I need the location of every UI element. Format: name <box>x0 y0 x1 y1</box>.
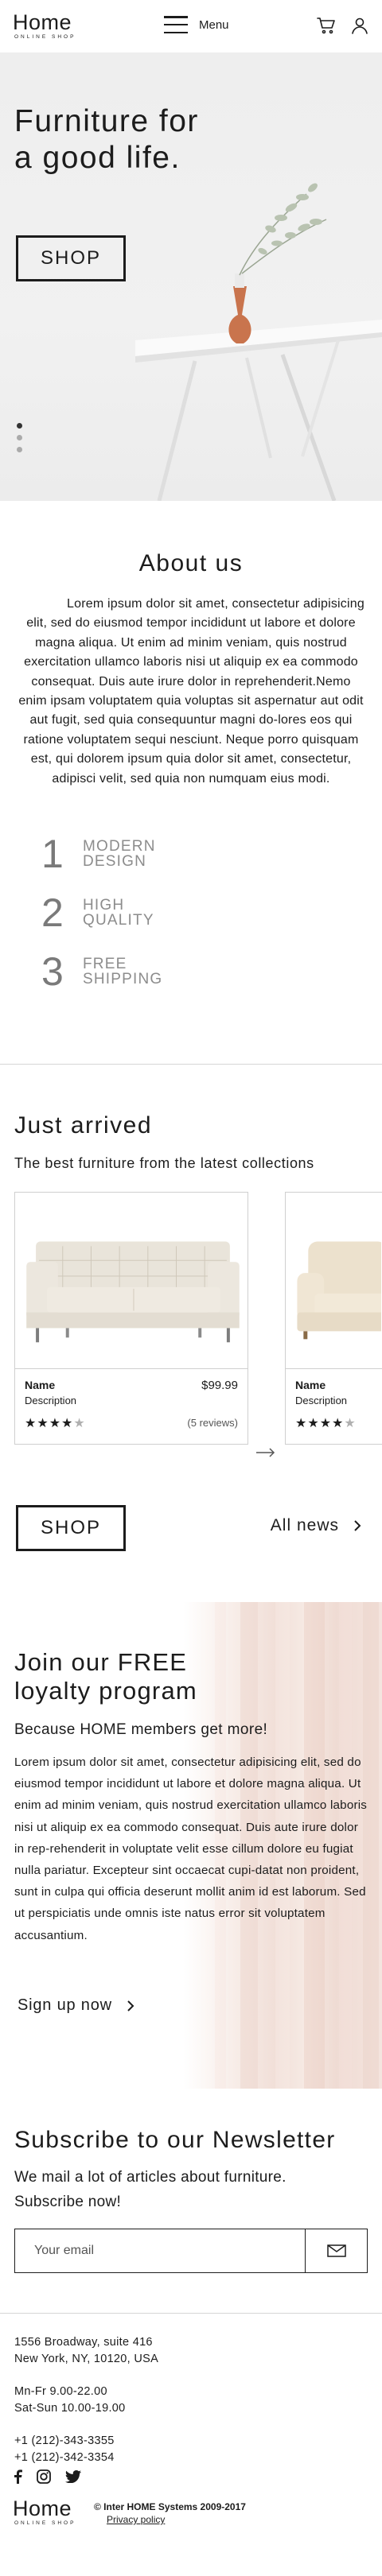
newsletter-title: Subscribe to our Newsletter <box>14 2127 336 2153</box>
footer-hours: Mn-Fr 9.00-22.00 Sat-Sun 10.00-19.00 <box>14 2384 126 2417</box>
chevron-right-icon <box>127 2000 134 2012</box>
signup-label: Sign up now <box>18 1996 112 2014</box>
arrivals-subtitle: The best furniture from the latest colle… <box>14 1155 314 1171</box>
footer-phones: +1 (212)-343-3355 +1 (212)-342-3354 <box>14 2433 115 2466</box>
product-description: Description <box>295 1395 348 1406</box>
hamburger-icon <box>164 16 188 33</box>
footer-logo-subtitle: ONLINE SHOP <box>14 2520 76 2526</box>
features-list: 1 MODERN DESIGN 2 HIGH QUALITY 3 FREE SHIPP… <box>41 834 163 1014</box>
product-rating: ★★★★★ <box>295 1415 357 1431</box>
armchair-image <box>297 1241 382 1340</box>
logo-name: Home <box>13 10 72 35</box>
twitter-icon[interactable] <box>65 2470 81 2483</box>
all-news-link[interactable]: All news <box>271 1516 361 1535</box>
user-icon[interactable] <box>350 16 369 35</box>
product-description: Description <box>25 1395 77 1406</box>
about-title: About us <box>138 550 244 576</box>
feature-item: 3 FREE SHIPPING <box>41 952 163 991</box>
phone-link[interactable]: +1 (212)-342-3354 <box>14 2450 115 2466</box>
star-icon: ★ <box>25 1417 37 1430</box>
carousel-dot-1[interactable] <box>17 423 22 429</box>
signup-link[interactable]: Sign up now <box>18 1996 134 2015</box>
header-actions <box>317 16 369 35</box>
product-rating: ★★★★★ <box>25 1415 86 1431</box>
feature-label: MODERN DESIGN <box>83 838 156 870</box>
email-input[interactable] <box>15 2229 305 2272</box>
loyalty-subtitle: Because HOME members get more! <box>14 1721 268 1738</box>
hero-banner: Furniture for a good life. SHOP <box>0 52 382 501</box>
product-info: Name Description $99.99 ★★★★★ (5 reviews… <box>15 1369 248 1444</box>
arrivals-title: Just arrived <box>14 1112 153 1139</box>
hero-carousel-dots <box>17 423 22 452</box>
about-text: Lorem ipsum dolor sit amet, consectetur … <box>18 597 364 786</box>
logo-subtitle: ONLINE SHOP <box>14 34 76 41</box>
footer-logo-name: Home <box>13 2496 72 2520</box>
page: Home ONLINE SHOP Menu Furniture for a go… <box>0 0 382 2576</box>
loyalty-section: Join our FREE loyalty program Because HOM… <box>0 1602 382 2089</box>
loyalty-title: Join our FREE loyalty program <box>14 1648 197 1705</box>
product-info: Name Description ★★★★★ <box>286 1369 382 1444</box>
address-line: 1556 Broadway, suite 416 <box>14 2336 153 2349</box>
star-icon: ★ <box>332 1417 345 1430</box>
address-line: New York, NY, 10120, USA <box>14 2353 159 2365</box>
cart-icon[interactable] <box>317 16 336 35</box>
carousel-dot-2[interactable] <box>17 435 22 440</box>
product-image <box>286 1193 382 1369</box>
subscribe-form <box>14 2229 368 2273</box>
footer-logo[interactable]: Home ONLINE SHOP <box>13 2498 76 2527</box>
feature-number: 2 <box>41 890 64 935</box>
instagram-icon[interactable] <box>37 2469 51 2484</box>
product-reviews[interactable]: (5 reviews) <box>187 1417 238 1429</box>
star-icon: ★ <box>307 1417 320 1430</box>
star-icon: ★ <box>295 1417 308 1430</box>
star-icon: ★ <box>61 1417 74 1430</box>
star-icon: ★ <box>49 1417 62 1430</box>
logo[interactable]: Home ONLINE SHOP <box>13 12 76 41</box>
hours-line: Sat-Sun 10.00-19.00 <box>14 2402 126 2415</box>
product-price: $99.99 <box>201 1379 238 1392</box>
privacy-policy-link[interactable]: Privacy policy <box>107 2514 165 2525</box>
site-footer: 1556 Broadway, suite 416 New York, NY, 1… <box>0 2314 382 2576</box>
star-icon: ★ <box>319 1417 333 1430</box>
menu-label: Menu <box>199 17 229 32</box>
sofa-image <box>26 1241 240 1343</box>
hours-line: Mn-Fr 9.00-22.00 <box>14 2385 107 2398</box>
feature-number: 1 <box>41 832 64 876</box>
menu-button[interactable]: Menu <box>164 16 229 33</box>
site-header: Home ONLINE SHOP Menu <box>0 0 382 52</box>
carousel-dot-3[interactable] <box>17 447 22 452</box>
newsletter-text: We mail a lot of articles about furnitur… <box>14 2169 286 2210</box>
footer-address: 1556 Broadway, suite 416 New York, NY, 1… <box>14 2334 158 2368</box>
feature-item: 2 HIGH QUALITY <box>41 893 162 933</box>
hero-shop-button[interactable]: SHOP <box>16 235 126 281</box>
about-section: About us Lorem ipsum dolor sit amet, con… <box>0 501 382 1064</box>
loyalty-text: Lorem ipsum dolor sit amet, consectetur … <box>14 1755 368 1942</box>
star-icon: ★ <box>73 1417 86 1430</box>
star-icon: ★ <box>344 1417 357 1430</box>
social-links <box>13 2469 81 2484</box>
all-news-label: All news <box>270 1516 339 1534</box>
arrivals-section: Just arrived The best furniture from the… <box>0 1065 382 1602</box>
feature-label: HIGH QUALITY <box>83 897 154 929</box>
chevron-right-icon <box>354 1520 361 1531</box>
star-icon: ★ <box>37 1417 49 1430</box>
facebook-icon[interactable] <box>13 2469 22 2484</box>
feature-label: FREE SHIPPING <box>83 956 163 987</box>
feature-number: 3 <box>41 949 64 994</box>
product-image <box>15 1193 248 1369</box>
hero-table-image <box>135 183 382 501</box>
product-card[interactable]: Name Description ★★★★★ <box>285 1192 382 1445</box>
envelope-icon <box>326 2244 346 2257</box>
newsletter-section: Subscribe to our Newsletter We mail a lo… <box>0 2089 382 2313</box>
carousel-next-arrow-icon[interactable] <box>256 1448 275 1457</box>
arrivals-shop-button[interactable]: SHOP <box>16 1505 126 1551</box>
product-card[interactable]: Name Description $99.99 ★★★★★ (5 reviews… <box>14 1192 248 1445</box>
product-name: Name <box>295 1379 326 1391</box>
copyright: © Inter HOME Systems 2009-2017 <box>94 2501 246 2512</box>
feature-item: 1 MODERN DESIGN <box>41 834 162 874</box>
phone-link[interactable]: +1 (212)-343-3355 <box>14 2433 115 2450</box>
subscribe-button[interactable] <box>305 2229 367 2272</box>
